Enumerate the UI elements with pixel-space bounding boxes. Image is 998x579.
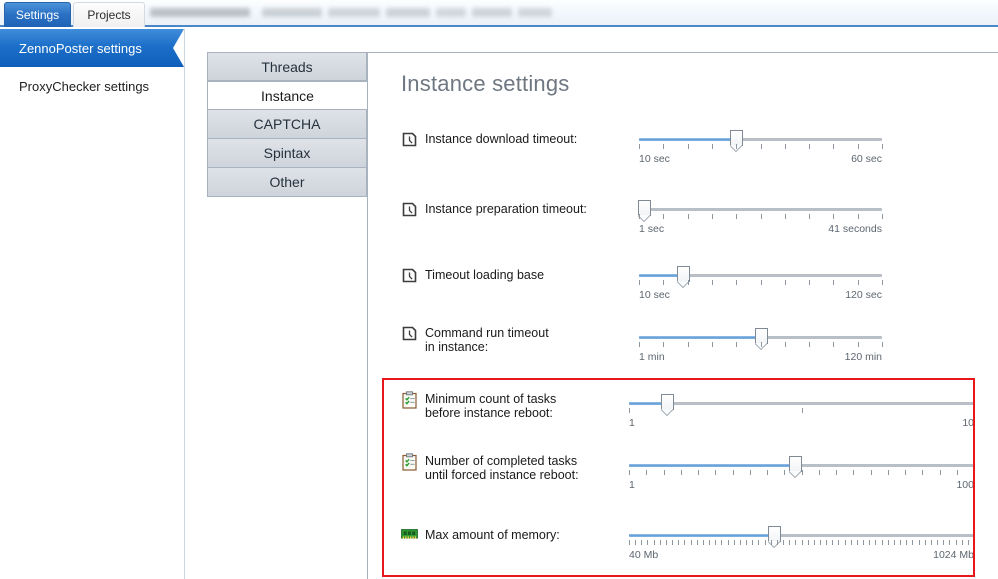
category-label: Spintax <box>263 145 311 161</box>
task-list-icon <box>401 453 418 471</box>
sidebar-item-label: ZennoPoster settings <box>19 40 142 56</box>
sidebar-item-proxychecker-settings[interactable]: ProxyChecker settings <box>0 67 184 105</box>
slider-max-label: 60 sec <box>851 153 882 165</box>
setting-label-text: Command run timeout in instance: <box>425 326 549 354</box>
slider-min-label: 10 sec <box>639 153 670 165</box>
category-spintax[interactable]: Spintax <box>207 139 367 168</box>
slider-range-labels: 1 10 <box>629 417 974 430</box>
slider-range-labels: 10 sec 120 sec <box>639 289 882 302</box>
category-label: CAPTCHA <box>253 116 321 132</box>
slider-range-labels: 10 sec 60 sec <box>639 153 882 166</box>
slider-fill <box>629 464 795 467</box>
slider-track[interactable] <box>639 130 882 146</box>
setting-label-text: Max amount of memory: <box>425 528 560 542</box>
slider-track[interactable] <box>639 328 882 344</box>
slider-tick-marks <box>639 280 883 287</box>
slider-tick-marks <box>639 342 883 349</box>
setting-slider[interactable]: 1 min 120 min <box>639 328 883 364</box>
setting-row-label: Max amount of memory: <box>401 527 560 544</box>
slider-tick-marks <box>639 144 883 151</box>
page-title: Instance settings <box>401 71 570 96</box>
category-label: Instance <box>261 87 314 104</box>
top-tab-strip: Settings Projects <box>0 0 998 27</box>
slider-track[interactable] <box>629 394 974 410</box>
setting-label-text: Minimum count of tasks before instance r… <box>425 392 557 420</box>
setting-label-text: Instance download timeout: <box>425 132 578 146</box>
clock-icon <box>401 325 418 342</box>
slider-max-label: 100 <box>956 479 974 491</box>
setting-slider[interactable]: 10 sec 120 sec <box>639 266 883 302</box>
setting-label-text: Number of completed tasks until forced i… <box>425 454 579 482</box>
clock-icon <box>401 267 418 284</box>
sidebar-item-zennoposter-settings[interactable]: ZennoPoster settings <box>0 29 184 67</box>
slider-min-label: 1 <box>629 417 635 429</box>
slider-range-labels: 1 min 120 min <box>639 351 882 364</box>
slider-max-label: 120 sec <box>845 289 882 301</box>
slider-tick-marks <box>639 214 883 221</box>
setting-label-text: Instance preparation timeout: <box>425 202 587 216</box>
setting-row-label: Command run timeout in instance: <box>401 325 549 354</box>
category-captcha[interactable]: CAPTCHA <box>207 110 367 139</box>
slider-range-labels: 40 Mb 1024 Mb <box>629 549 974 562</box>
setting-row-label: Number of completed tasks until forced i… <box>401 453 579 482</box>
slider-min-label: 40 Mb <box>629 549 659 561</box>
slider-tick-marks <box>629 408 974 415</box>
slider-max-label: 41 seconds <box>828 223 882 235</box>
setting-slider[interactable]: 1 sec 41 seconds <box>637 200 883 236</box>
slider-min-label: 1 sec <box>639 223 665 235</box>
slider-track[interactable] <box>629 526 974 542</box>
slider-range-labels: 1 sec 41 seconds <box>639 223 882 236</box>
setting-label-text: Timeout loading base <box>425 268 545 282</box>
slider-track[interactable] <box>629 456 974 472</box>
setting-slider[interactable]: 10 sec 60 sec <box>639 130 883 166</box>
slider-min-label: 10 sec <box>639 289 670 301</box>
category-button-column: Threads Instance CAPTCHA Spintax Other <box>207 52 367 197</box>
setting-row-label: Instance preparation timeout: <box>401 201 587 218</box>
slider-max-label: 10 <box>962 417 974 429</box>
sidebar-item-label: ProxyChecker settings <box>19 78 150 94</box>
category-instance[interactable]: Instance <box>207 81 367 110</box>
slider-max-label: 1024 Mb <box>933 549 974 561</box>
setting-slider[interactable]: 1 100 <box>629 456 975 492</box>
category-label: Threads <box>261 58 313 75</box>
memory-icon <box>401 527 418 544</box>
task-list-icon <box>401 391 418 409</box>
setting-row-label: Timeout loading base <box>401 267 544 284</box>
slider-tick-marks <box>629 470 975 477</box>
setting-slider[interactable]: 1 10 <box>629 394 974 430</box>
slider-min-label: 1 <box>629 479 635 491</box>
redacted-text-region <box>150 6 650 20</box>
settings-content-panel: Instance settings Instance download time… <box>367 52 998 579</box>
category-other[interactable]: Other <box>207 168 367 197</box>
slider-fill <box>639 336 761 339</box>
setting-slider[interactable]: 40 Mb 1024 Mb <box>629 526 975 562</box>
slider-fill <box>639 138 737 141</box>
clock-icon <box>401 201 418 218</box>
setting-row-label: Minimum count of tasks before instance r… <box>401 391 556 420</box>
category-threads[interactable]: Threads <box>207 52 367 81</box>
tab-projects[interactable]: Projects <box>73 2 145 27</box>
slider-track[interactable] <box>639 266 882 282</box>
tab-settings-label: Settings <box>15 8 60 22</box>
slider-tick-marks <box>629 540 975 547</box>
left-navigation: ZennoPoster settings ProxyChecker settin… <box>0 29 185 579</box>
tab-projects-label: Projects <box>87 8 131 22</box>
slider-min-label: 1 min <box>639 351 665 363</box>
slider-range-labels: 1 100 <box>629 479 974 492</box>
slider-track[interactable] <box>637 200 882 216</box>
clock-icon <box>401 131 418 148</box>
tab-settings[interactable]: Settings <box>4 2 71 27</box>
application-window: Settings Projects ZennoPoster settings P… <box>0 0 998 579</box>
category-label: Other <box>269 174 305 190</box>
setting-row-label: Instance download timeout: <box>401 131 577 148</box>
slider-fill <box>629 534 774 537</box>
slider-max-label: 120 min <box>844 351 882 363</box>
